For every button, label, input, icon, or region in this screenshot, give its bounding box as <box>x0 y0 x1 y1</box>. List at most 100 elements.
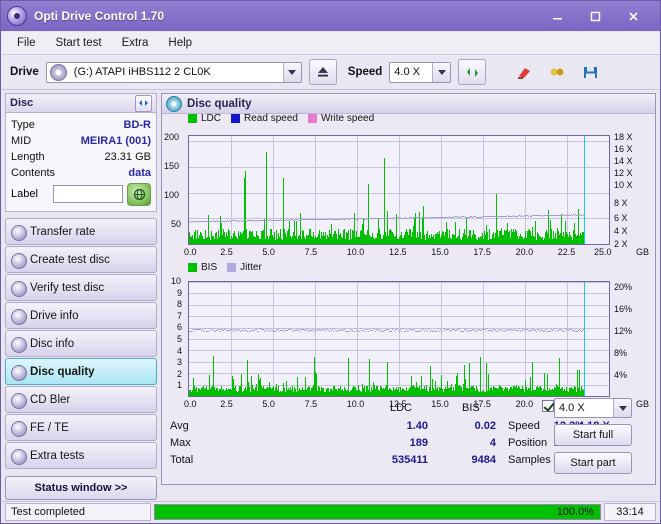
menu-item-start-test[interactable]: Start test <box>47 34 111 52</box>
jitter-point <box>438 328 439 330</box>
gridline <box>525 282 526 396</box>
jitter-point <box>210 330 211 332</box>
save-button[interactable] <box>577 60 603 84</box>
sidebar-item-transfer-rate[interactable]: Transfer rate <box>5 218 157 245</box>
bullet-icon <box>11 225 27 241</box>
sidebar-item-extra-tests[interactable]: Extra tests <box>5 442 157 469</box>
start-part-button[interactable]: Start part <box>554 452 632 474</box>
position-marker <box>584 282 585 396</box>
start-full-button[interactable]: Start full <box>554 424 632 446</box>
sidebar-item-cd-bler[interactable]: CD Bler <box>5 386 157 413</box>
menu-item-extra[interactable]: Extra <box>113 34 158 52</box>
jitter-point <box>531 330 532 332</box>
window-controls <box>544 5 660 27</box>
sidebar-item-verify-test-disc[interactable]: Verify test disc <box>5 274 157 301</box>
disc-info-box: Type BD-R MID MEIRA1 (001) Length 23.31 … <box>5 112 157 212</box>
jitter-point <box>492 330 493 332</box>
bis-ytick-3: 3 <box>177 357 183 368</box>
jitter-point <box>286 330 287 332</box>
jitter-point <box>323 330 324 332</box>
disc-row-mid-key: MID <box>11 135 32 147</box>
speed-select[interactable]: 4.0 X <box>389 61 452 83</box>
ldc-plot-area <box>188 135 610 245</box>
jitter-point <box>298 330 299 332</box>
bis-ytick-2: 2 <box>177 368 183 379</box>
sidebar: Transfer rate Create test disc Verify te… <box>5 218 157 500</box>
bis-ytick-4: 4 <box>177 345 183 356</box>
stats-row-total-label: Total <box>170 454 194 466</box>
jitter-point <box>339 330 340 332</box>
jitter-point <box>439 331 440 333</box>
chevron-down-icon[interactable] <box>282 62 301 82</box>
bis-ytick-6: 6 <box>177 322 183 333</box>
maximize-icon[interactable] <box>582 5 608 27</box>
sidebar-item-label: Create test disc <box>30 253 110 266</box>
stats-header-ldc: LDC <box>390 402 413 414</box>
jitter-point <box>239 329 240 331</box>
jitter-point <box>519 328 520 330</box>
gridline <box>399 136 400 244</box>
menu-item-help[interactable]: Help <box>159 34 201 52</box>
jitter-point <box>349 330 350 332</box>
jitter-point <box>400 329 401 331</box>
jitter-point <box>522 330 523 332</box>
jitter-point <box>578 329 579 331</box>
jitter-point <box>518 330 519 332</box>
progress-fill <box>155 505 600 519</box>
refresh-button[interactable] <box>458 59 487 85</box>
minimize-icon[interactable] <box>544 5 570 27</box>
jitter-tick-20%: 20% <box>614 281 633 292</box>
ldc-rtick-8x: 8 X <box>614 198 628 208</box>
sidebar-item-disc-info[interactable]: Disc info <box>5 330 157 357</box>
jitter-point <box>369 328 370 330</box>
refresh-icon[interactable] <box>135 94 152 112</box>
bis-chart-legend: BIS Jitter <box>188 262 262 273</box>
gridline <box>357 136 358 244</box>
chevron-down-icon[interactable] <box>432 62 451 82</box>
menu-bar: File Start test Extra Help <box>2 32 659 55</box>
content-header: Disc quality <box>162 94 655 114</box>
legend-ldc: LDC <box>188 113 221 124</box>
ldc-rtick-12x: 12 X <box>614 168 633 178</box>
jitter-point <box>433 330 434 332</box>
ldc-rtick-4x: 4 X <box>614 226 628 236</box>
jitter-tick-12%: 12% <box>614 325 633 336</box>
jitter-point <box>545 330 546 332</box>
chevron-down-icon[interactable] <box>613 399 631 417</box>
bis-bar <box>369 358 370 396</box>
sidebar-item-disc-quality[interactable]: Disc quality <box>5 358 157 385</box>
xtick-label: 25.0 <box>594 247 612 257</box>
jitter-point <box>254 329 255 331</box>
jitter-checkbox[interactable] <box>542 400 554 412</box>
erase-button[interactable] <box>511 60 537 84</box>
ldc-rtick-18x: 18 X <box>614 132 633 142</box>
close-icon[interactable] <box>620 5 646 27</box>
disc-label-input[interactable] <box>53 185 123 203</box>
jitter-point <box>436 331 437 333</box>
eject-button[interactable] <box>308 59 337 85</box>
jitter-point <box>279 331 280 333</box>
sidebar-item-create-test-disc[interactable]: Create test disc <box>5 246 157 273</box>
drive-select[interactable]: (G:) ATAPI iHBS112 2 CL0K <box>45 61 302 83</box>
sidebar-item-fe-te[interactable]: FE / TE <box>5 414 157 441</box>
sidebar-item-label: Drive info <box>30 309 79 322</box>
bullet-icon <box>11 253 27 269</box>
tools-button[interactable] <box>544 60 570 84</box>
jitter-point <box>424 330 425 332</box>
globe-icon[interactable] <box>127 182 151 206</box>
sidebar-item-drive-info[interactable]: Drive info <box>5 302 157 329</box>
legend-swatch <box>227 263 237 272</box>
result-speed-select[interactable]: 4.0 X <box>554 398 632 418</box>
jitter-point <box>234 331 235 333</box>
disc-row-contents: Contents data <box>11 165 151 181</box>
progress-text: 100.0% <box>556 506 594 518</box>
status-window-button[interactable]: Status window >> <box>5 476 157 500</box>
gridline <box>483 282 484 396</box>
disc-row-length: Length 23.31 GB <box>11 149 151 165</box>
jitter-point <box>344 329 345 330</box>
jitter-point <box>388 328 389 330</box>
menu-item-file[interactable]: File <box>8 34 45 52</box>
jitter-point <box>283 328 284 330</box>
jitter-point <box>240 331 241 333</box>
bis-ytick-9: 9 <box>177 287 183 298</box>
